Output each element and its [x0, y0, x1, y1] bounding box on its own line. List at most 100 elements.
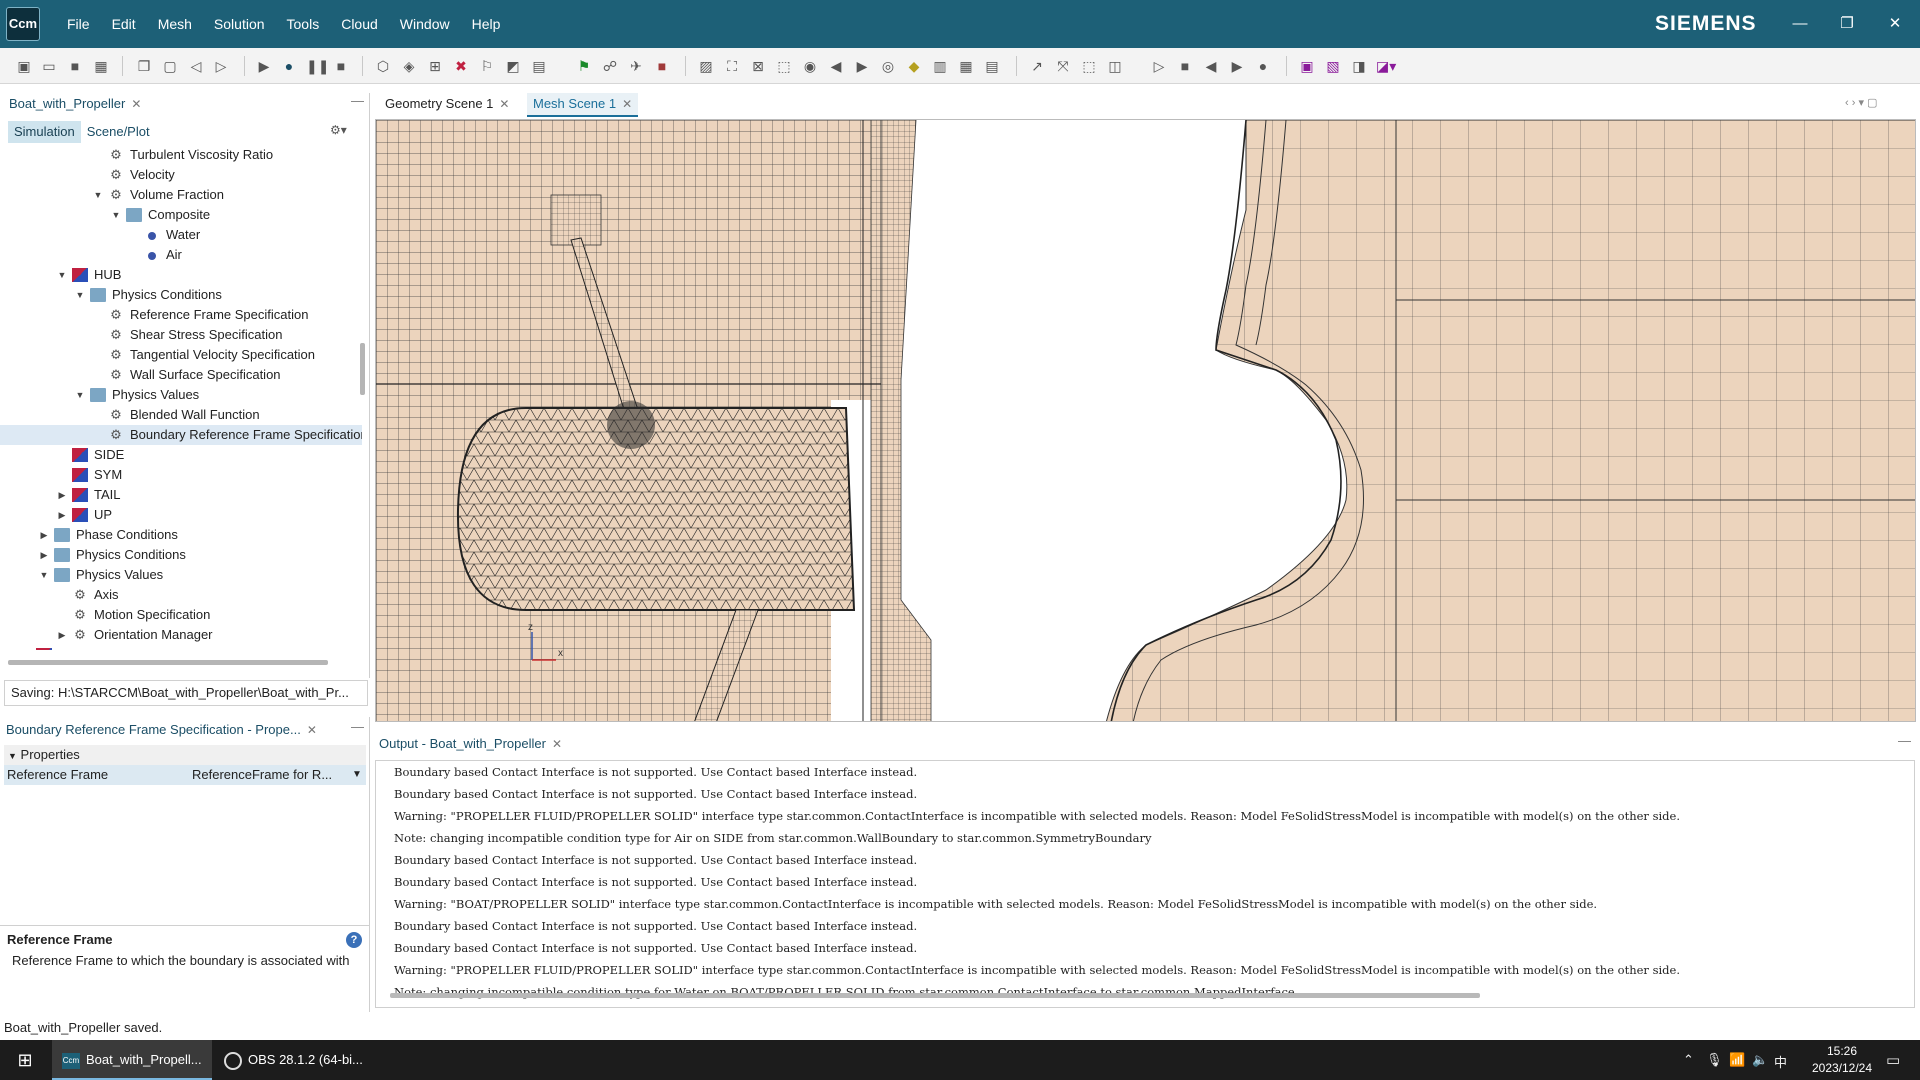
close-icon[interactable]: ✕	[552, 737, 562, 751]
tree-item[interactable]: ⚙ Wall Surface Specification	[0, 365, 362, 385]
chevron-down-icon[interactable]: ▼	[92, 185, 104, 205]
delete-icon[interactable]: ✖	[452, 57, 470, 75]
chevron-down-icon[interactable]: ▼	[56, 265, 68, 285]
tab-simulation[interactable]: Simulation	[8, 121, 81, 143]
close-icon[interactable]: ✕	[131, 97, 141, 111]
minimize-panel-icon[interactable]: —	[1898, 733, 1911, 748]
tree-horizontal-scrollbar[interactable]	[8, 660, 328, 665]
tree-item[interactable]: ⚙ Blended Wall Function	[0, 405, 362, 425]
reference-frame-property[interactable]: Reference Frame ReferenceFrame for R... …	[4, 765, 366, 785]
fit-icon[interactable]: ⛶	[723, 57, 741, 75]
tree-item[interactable]: ▶ Phase Conditions	[0, 525, 362, 545]
tree-item[interactable]: ⚙ Shear Stress Specification	[0, 325, 362, 345]
new-icon[interactable]: ▣	[15, 57, 33, 75]
tree-item[interactable]: ▼ HUB	[0, 265, 362, 285]
next-frame-icon[interactable]: ▶	[1228, 57, 1246, 75]
mesh-icon[interactable]: ⬡	[374, 57, 392, 75]
tree-item[interactable]: ⚙ Turbulent Viscosity Ratio	[0, 145, 362, 165]
tab-mesh-scene[interactable]: Mesh Scene 1 ✕	[527, 93, 639, 117]
properties-section[interactable]: ▼ Properties	[4, 745, 366, 765]
play-icon[interactable]: ▷	[1150, 57, 1168, 75]
menu-edit[interactable]: Edit	[101, 0, 147, 48]
chevron-down-icon[interactable]: ▼	[74, 385, 86, 405]
tree-item[interactable]: ▼ Physics Values	[0, 385, 362, 405]
flag-icon[interactable]: ⚑	[575, 57, 593, 75]
tree-item[interactable]: ▼ ⚙ Volume Fraction	[0, 185, 362, 205]
tree-item[interactable]: ▶ TAIL	[0, 485, 362, 505]
grid-view-icon[interactable]: ▦	[957, 57, 975, 75]
tree-item[interactable]: SYM	[0, 465, 362, 485]
step-icon[interactable]: ●	[280, 57, 298, 75]
repair-icon[interactable]: ◈	[400, 57, 418, 75]
close-button[interactable]: ✕	[1872, 0, 1918, 48]
chevron-right-icon[interactable]: ▶	[56, 625, 68, 645]
taskbar-app-obs[interactable]: OBS 28.1.2 (64-bi...	[216, 1040, 366, 1080]
menu-cloud[interactable]: Cloud	[330, 0, 389, 48]
close-sim-icon[interactable]: ▢	[161, 57, 179, 75]
chevron-right-icon[interactable]: ▶	[38, 545, 50, 565]
stop-anim-icon[interactable]: ■	[1176, 57, 1194, 75]
output-horizontal-scrollbar[interactable]	[390, 993, 1480, 998]
stop-icon[interactable]: ■	[332, 57, 350, 75]
tree-item[interactable]: ⚙ Reference Frame Specification	[0, 305, 362, 325]
output-log[interactable]: Boundary based Contact Interface is not …	[375, 760, 1915, 1008]
walk-icon[interactable]: ☍	[601, 57, 619, 75]
select-box-icon[interactable]: ⬚	[1080, 57, 1098, 75]
select-icon[interactable]: ⬚	[775, 57, 793, 75]
pause-icon[interactable]: ❚❚	[306, 57, 329, 75]
view-icon[interactable]: ◎	[879, 57, 897, 75]
grid-icon[interactable]: ⊞	[426, 57, 444, 75]
section-icon[interactable]: ▣	[1298, 57, 1316, 75]
save-icon[interactable]: ■	[66, 57, 84, 75]
highlight-icon[interactable]: ◨	[1350, 57, 1368, 75]
tab-navigation-icon[interactable]: ‹ › ▾ ▢	[1845, 96, 1877, 109]
scene-icon[interactable]: ◩	[504, 57, 522, 75]
simulation-tab[interactable]: Boat_with_Propeller ✕	[9, 93, 141, 115]
chevron-right-icon[interactable]: ▶	[56, 505, 68, 525]
tree-item[interactable]: ⚙ Tangential Velocity Specification	[0, 345, 362, 365]
tree-item[interactable]: ▼ Physics Values	[0, 565, 362, 585]
volume-icon[interactable]: 🔈	[1752, 1052, 1768, 1068]
tray-expand-icon[interactable]: ⌃	[1683, 1052, 1694, 1068]
tree-item[interactable]: ⚙ Axis	[0, 585, 362, 605]
open-icon[interactable]: ▭	[40, 57, 58, 75]
chevron-right-icon[interactable]: ▶	[56, 485, 68, 505]
minimize-panel-icon[interactable]: —	[351, 719, 364, 734]
normal-icon[interactable]: ◆	[905, 57, 923, 75]
minimize-button[interactable]: —	[1777, 0, 1823, 48]
prev-frame-icon[interactable]: ◀	[1202, 57, 1220, 75]
menu-tools[interactable]: Tools	[276, 0, 331, 48]
tab-geometry-scene[interactable]: Geometry Scene 1 ✕	[385, 93, 509, 115]
ruler-icon[interactable]: ▥	[931, 57, 949, 75]
mesh-scene-viewport[interactable]: z x	[375, 119, 1916, 722]
menu-file[interactable]: File	[56, 0, 101, 48]
tree-item[interactable]: SIDE	[0, 445, 362, 465]
minimize-panel-icon[interactable]: —	[351, 93, 364, 108]
tree-item[interactable]: Air	[0, 245, 362, 265]
close-icon[interactable]: ✕	[307, 723, 317, 737]
back-icon[interactable]: ◀	[827, 57, 845, 75]
output-tab[interactable]: Output - Boat_with_Propeller ✕	[379, 733, 562, 755]
flag-outline-icon[interactable]: ⚐	[478, 57, 496, 75]
tree-item[interactable]: ▶ PROPELLER FLUID	[0, 645, 362, 650]
dropdown-icon[interactable]: ▼	[352, 765, 362, 785]
box-icon[interactable]: ◫	[1106, 57, 1124, 75]
properties-tab[interactable]: Boundary Reference Frame Specification -…	[6, 719, 317, 741]
restore-button[interactable]: ❐	[1824, 0, 1870, 48]
save-as-icon[interactable]: ▦	[92, 57, 110, 75]
tree-item[interactable]: ⚙ Boundary Reference Frame Specification	[0, 425, 362, 445]
undo-icon[interactable]: ◁	[187, 57, 205, 75]
section-plane-icon[interactable]: ▧	[1324, 57, 1342, 75]
tree-item[interactable]: ▼ Physics Conditions	[0, 285, 362, 305]
taskbar-app-starccm[interactable]: Ccm Boat_with_Propell...	[52, 1040, 212, 1080]
close-icon[interactable]: ✕	[499, 97, 509, 111]
menu-window[interactable]: Window	[389, 0, 461, 48]
tree-item[interactable]: ▶ Physics Conditions	[0, 545, 362, 565]
tree-vertical-scrollbar[interactable]	[360, 343, 365, 395]
run-icon[interactable]: ▶	[255, 57, 273, 75]
table-view-icon[interactable]: ▤	[983, 57, 1001, 75]
color-icon[interactable]: ◪▾	[1376, 57, 1396, 75]
close-icon[interactable]: ✕	[622, 97, 632, 111]
menu-mesh[interactable]: Mesh	[147, 0, 203, 48]
chevron-right-icon[interactable]: ▶	[38, 525, 50, 545]
